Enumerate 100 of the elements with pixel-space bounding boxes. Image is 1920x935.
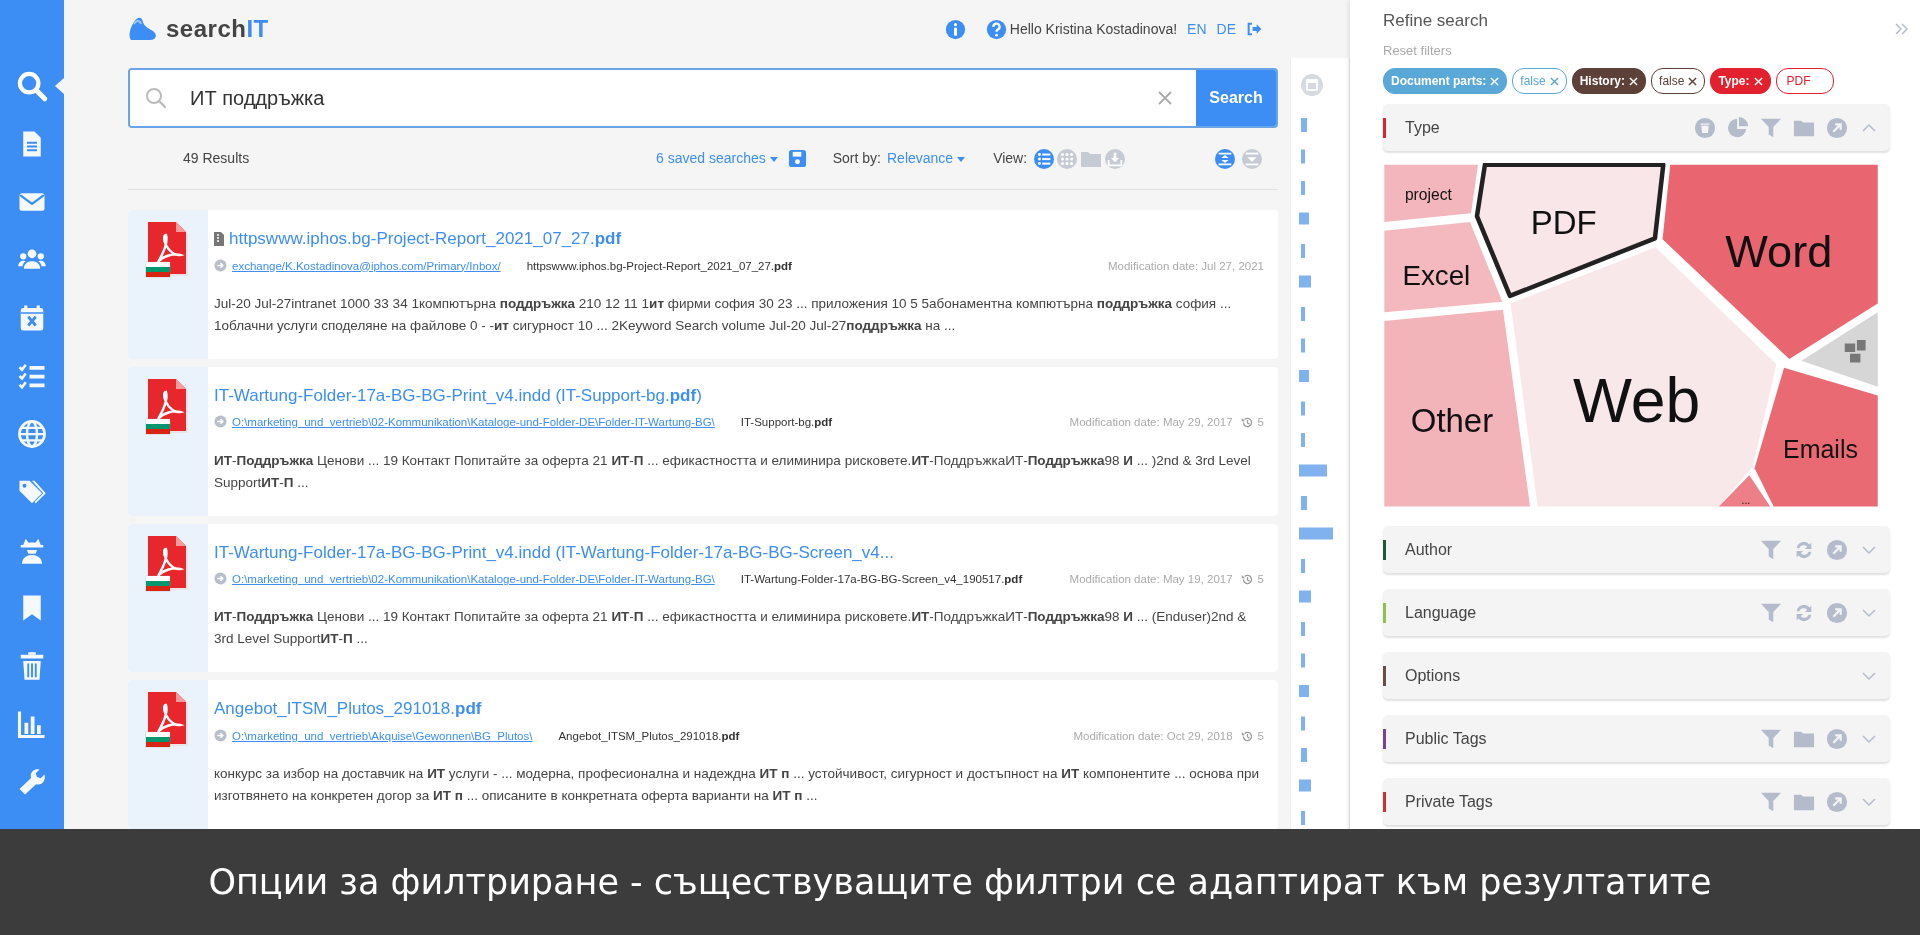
- result-snippet: ИТ-Поддръжка Ценови ... 19 Контакт Попитайте за оферта 21 ИТ-П ... ефикастността и елиминира рисковете.ИТ-ПоддръжкаИТ-Поддръжка98 И ... )2nd & 3rd Level SupportИТ-П ...: [214, 451, 1252, 492]
- flag-icon: [146, 575, 170, 591]
- cell-label: Word: [1725, 225, 1833, 277]
- cell-label: Other: [1410, 401, 1494, 439]
- facet-title: Options: [1405, 665, 1462, 686]
- result-title[interactable]: IT-Wartung-Folder-17a-BG-BG-Print_v4.indd (IT-Support-bg.pdf): [214, 382, 702, 409]
- selection-indicator: [55, 78, 64, 94]
- logout-icon[interactable]: [1246, 21, 1262, 37]
- filter-chip[interactable]: History:: [1571, 68, 1647, 94]
- info-icon[interactable]: [944, 18, 966, 40]
- language-link[interactable]: DE: [1216, 18, 1236, 40]
- expand-icon[interactable]: [1215, 148, 1235, 169]
- search-icon[interactable]: [15, 69, 49, 103]
- modification-date: Modification date: May 19, 2017: [1069, 572, 1233, 587]
- arrow-circle-icon: [214, 728, 227, 742]
- facet-title: Type: [1405, 117, 1441, 138]
- result-snippet: конкурс за избор на доставчик на ИТ услуги - ... модерна, професионална и надеждна ИТ п ... устойчивост, сигурност и достъпност на ИТ компонентите ... основа при изготвянето на конкретен догор за ИТ п ... описаните в конкретната оферта варианти на ИТ п ...: [214, 765, 1260, 805]
- arrow-circle-icon: [214, 415, 227, 429]
- modification-date: Modification date: Oct 29, 2018: [1073, 728, 1233, 744]
- filter-chip[interactable]: Document parts:: [1383, 68, 1508, 94]
- version-count: 5: [1257, 728, 1264, 744]
- caption-text: Опции за филтриране - съществуващите филтри се адаптират към резултатите: [208, 860, 1712, 904]
- result-snippet: ИТ-Поддръжка Ценови ... 19 Контакт Попитайте за оферта 21 ИТ-П ... ефикастността и елиминира рисковете.ИТ-ПоддръжкаИТ-Поддръжка98 И ... (Enduser)2nd & 3rd Level SupportИТ-П ...: [214, 608, 1248, 649]
- cell-label: Emails: [1783, 435, 1858, 464]
- facet-title: Language: [1405, 602, 1478, 623]
- flag-icon: [146, 732, 170, 748]
- version-count: 5: [1257, 572, 1264, 587]
- grid-view-icon[interactable]: [1057, 148, 1078, 169]
- open-link-icon[interactable]: [1826, 116, 1848, 139]
- facet-title: Author: [1405, 539, 1454, 560]
- facet-panel[interactable]: Private Tags: [1383, 778, 1890, 825]
- filter-icon[interactable]: [1760, 790, 1782, 813]
- facet-title: Private Tags: [1405, 791, 1494, 812]
- treemap-cell[interactable]: [1384, 309, 1531, 507]
- cell-label: ...: [1741, 495, 1751, 507]
- modification-date: Modification date: May 29, 2017: [1069, 415, 1233, 431]
- delete-icon[interactable]: [1694, 116, 1716, 139]
- facet-panel[interactable]: Options: [1383, 652, 1890, 699]
- panel-title: Refine search: [1383, 10, 1488, 32]
- help-icon[interactable]: [985, 18, 1007, 40]
- result-snippet: Jul-20 Jul-27intranet 1000 33 34 1компютърна поддръжка 210 12 11 1ит фирми софия 30 23 ... приложения 10 5 5абонаментна компютърна поддръжка софия ... 1облачни услуги споделяне на файлове 0 - -ит сигурност 10 ... 2Keyword Search volume Jul-20 Jul-27поддръжка на ...: [214, 294, 1233, 335]
- file-name: httpswww.iphos.bg-Project-Report_2021_07_27.pdf: [526, 258, 793, 274]
- facet-title: Public Tags: [1405, 728, 1488, 749]
- version-count: 5: [1257, 415, 1264, 431]
- sort-dropdown[interactable]: Relevance: [887, 148, 966, 169]
- cell-label: Web: [1572, 365, 1701, 436]
- treemap-cell[interactable]: [1384, 222, 1503, 313]
- filter-icon[interactable]: [1760, 727, 1782, 750]
- file-path-link[interactable]: O:\marketing_und_vertrieb\Akquise\Gewonnen\BG_Plutos\: [232, 727, 533, 745]
- folder-view-icon[interactable]: [1080, 149, 1103, 168]
- pie-chart-icon[interactable]: [1727, 116, 1749, 139]
- treemap-cell[interactable]: [1474, 163, 1666, 299]
- filter-chip[interactable]: false: [1651, 68, 1706, 94]
- collapse-icon[interactable]: [1242, 148, 1262, 169]
- treemap-cell[interactable]: [1662, 164, 1878, 360]
- facet-panel[interactable]: Language: [1383, 589, 1890, 636]
- arrow-circle-icon: [214, 258, 227, 272]
- file-path-link[interactable]: exchange/K.Kostadinova@iphos.com/Primary/Inbox/: [232, 257, 501, 275]
- file-path-link[interactable]: O:\marketing_und_vertrieb\02-Kommunikation\Kataloge-und-Folder-DE\Folder-IT-Wartung-BG\: [232, 571, 715, 589]
- cell-label: project: [1404, 186, 1452, 204]
- facet-panel[interactable]: Type: [1383, 104, 1890, 151]
- open-link-icon[interactable]: [1826, 790, 1848, 813]
- remove-icon[interactable]: [1688, 76, 1698, 86]
- cell-label: Excel: [1402, 259, 1471, 291]
- language-link[interactable]: EN: [1187, 18, 1207, 40]
- treemap-cell[interactable]: [1384, 164, 1478, 222]
- cell-label: PDF: [1530, 204, 1597, 242]
- reset-filters-link[interactable]: Reset filters: [1383, 43, 1452, 58]
- file-path-link[interactable]: O:\marketing_und_vertrieb\02-Kommunikation\Kataloge-und-Folder-DE\Folder-IT-Wartung-BG\: [232, 414, 715, 432]
- open-link-icon[interactable]: [1826, 601, 1848, 624]
- calendar-icon[interactable]: [1301, 74, 1323, 96]
- filter-icon[interactable]: [1760, 601, 1782, 624]
- logo-icon: [1801, 312, 1878, 387]
- file-name: IT-Support-bg.pdf: [740, 415, 834, 431]
- facet-panel[interactable]: Author: [1383, 526, 1890, 573]
- save-icon[interactable]: [787, 149, 807, 168]
- result-title[interactable]: IT-Wartung-Folder-17a-BG-BG-Print_v4.indd (IT-Wartung-Folder-17a-BG-BG-Screen_v4...: [214, 539, 894, 565]
- filter-icon[interactable]: [1760, 116, 1782, 139]
- open-link-icon[interactable]: [1826, 727, 1848, 750]
- open-link-icon[interactable]: [1826, 538, 1848, 561]
- filter-icon[interactable]: [1760, 538, 1782, 561]
- flag-icon: [146, 418, 170, 434]
- list-view-icon[interactable]: [1034, 148, 1055, 169]
- treemap-cell[interactable]: [1754, 367, 1878, 507]
- result-title[interactable]: Angebot_ITSM_Plutos_291018.pdf: [214, 696, 482, 722]
- file-name: Angebot_ITSM_Plutos_291018.pdf: [558, 728, 741, 744]
- download-view-icon[interactable]: [1105, 148, 1126, 169]
- filter-chip[interactable]: Type:: [1710, 68, 1771, 94]
- greeting-text: Hello Kristina Kostadinova!: [1009, 19, 1178, 39]
- collapse-panel-icon[interactable]: [1894, 22, 1910, 36]
- results-count: 49 Results: [183, 149, 251, 168]
- globe-icon[interactable]: [17, 417, 47, 451]
- arrow-circle-icon: [214, 572, 227, 585]
- filter-chip[interactable]: false: [1512, 68, 1567, 94]
- history-icon: [1240, 573, 1254, 587]
- saved-searches-dropdown[interactable]: 6 saved searches: [656, 148, 778, 169]
- treemap-cell[interactable]: [1718, 475, 1771, 507]
- facet-panel[interactable]: Public Tags: [1383, 715, 1890, 762]
- filter-chip[interactable]: PDF: [1775, 68, 1834, 94]
- result-title[interactable]: httpswww.iphos.bg-Project-Report_2021_07_27.pdf: [229, 226, 622, 252]
